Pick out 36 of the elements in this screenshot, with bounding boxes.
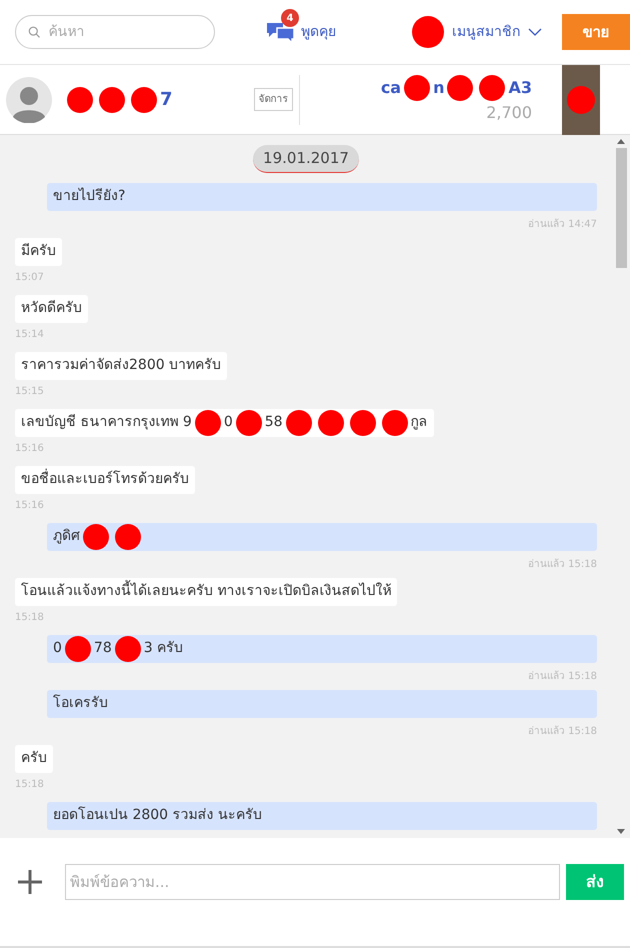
message-text: A3: [508, 76, 532, 98]
message-text: โอนแล้วแจ้งทางนี้ได้เลยนะครับ ทางเราจะเปิดบิลเงินสดไปให้: [21, 581, 392, 602]
date-label: 19.01.2017: [253, 145, 359, 172]
product-price: 2,700: [486, 102, 532, 124]
scrollbar-thumb[interactable]: [616, 148, 626, 268]
message-text: n: [433, 76, 444, 98]
message-text: หวัดดีครับ: [21, 299, 82, 318]
message-text: 0: [53, 639, 62, 658]
message-text: ขอชื่อและเบอร์โทรด้วยครับ: [21, 469, 189, 490]
search-input[interactable]: ค้นหา: [48, 22, 202, 42]
scroll-down-icon: [617, 829, 625, 834]
message-text: 0: [224, 413, 233, 432]
user-avatar-icon: [6, 76, 52, 122]
search-field[interactable]: ค้นหา: [15, 15, 215, 49]
message-text: ภูดิศ: [53, 527, 80, 546]
plus-icon[interactable]: [15, 867, 45, 897]
message-text: ขายไปรียัง?: [53, 186, 126, 206]
message-text: เลขบัญชี ธนาคารกรุงเทพ 9: [21, 413, 192, 432]
manage-button[interactable]: จัดการ: [254, 88, 293, 111]
message-text: ca: [380, 76, 402, 98]
chevron-down-icon: [528, 28, 542, 36]
message-text: โอเครรับ: [53, 694, 108, 713]
message-text: 3 ครับ: [144, 639, 184, 658]
message-text: มีครับ: [21, 242, 56, 261]
message-text: 7: [160, 88, 173, 112]
search-icon: [28, 25, 40, 39]
message-text: ราคารวมค่าจัดส่ง2800 บาทครับ: [21, 356, 222, 375]
message-text: ยอดโอนเปน 2800 รวมส่ง นะครับ: [53, 806, 262, 825]
message-text: 58: [264, 413, 283, 432]
message-text: ครับ: [21, 749, 47, 768]
unread-badge: 4: [281, 9, 299, 27]
member-menu[interactable]: เมนูสมาชิก: [412, 16, 542, 48]
message-input[interactable]: พิมพ์ข้อความ...: [65, 864, 560, 900]
message-text: กูล: [410, 413, 428, 432]
message-text: 78: [94, 639, 112, 658]
scroll-up-icon: [617, 139, 625, 144]
